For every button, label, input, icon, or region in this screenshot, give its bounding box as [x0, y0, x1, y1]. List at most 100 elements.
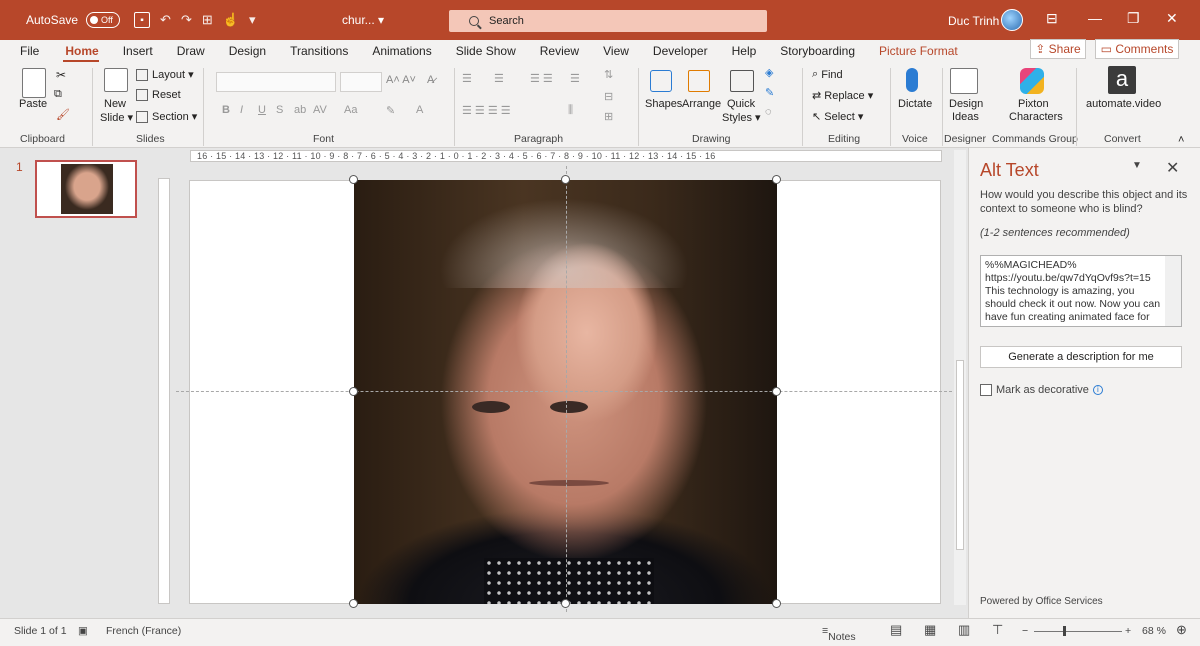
resize-handle-b[interactable] [561, 599, 570, 608]
language-status[interactable]: French (France) [106, 625, 181, 637]
resize-handle-br[interactable] [772, 599, 781, 608]
cut-icon[interactable]: ✂ [56, 68, 66, 82]
info-icon[interactable]: i [1092, 385, 1103, 395]
resize-handle-tl[interactable] [349, 175, 358, 184]
replace-button[interactable]: ⇄ Replace ▾ [812, 89, 873, 103]
font-color-icon[interactable]: A [416, 104, 423, 116]
columns-icon[interactable]: ⫼ [568, 104, 573, 117]
tab-animations[interactable]: Animations [360, 44, 443, 62]
quick-styles-icon[interactable] [730, 70, 754, 92]
quick-styles-label-2[interactable]: Styles ▾ [722, 111, 761, 124]
touch-mode-icon[interactable]: ☝ [223, 12, 239, 28]
normal-view-icon[interactable]: ▤ [890, 622, 902, 638]
arrange-icon[interactable] [688, 70, 710, 92]
autosave-toggle[interactable]: Off [86, 12, 121, 28]
quick-styles-label-1[interactable]: Quick [727, 98, 755, 110]
fit-slide-icon[interactable]: ⊕ [1176, 622, 1187, 638]
tab-help[interactable]: Help [720, 44, 769, 62]
user-name[interactable]: Duc Trinh [948, 14, 999, 28]
font-size-box[interactable] [340, 72, 382, 92]
align-buttons[interactable]: ☰ ☰ ☰ ☰ [462, 104, 511, 117]
strikethrough-icon[interactable]: ab [294, 104, 306, 116]
tab-home[interactable]: Home [51, 44, 110, 62]
tab-picture-format[interactable]: Picture Format [867, 44, 970, 62]
tab-file[interactable]: File [0, 44, 51, 62]
dictate-button[interactable]: Dictate [898, 98, 932, 110]
design-ideas-icon[interactable] [950, 68, 978, 94]
format-painter-icon[interactable]: 🖌 [56, 108, 70, 121]
resize-handle-r[interactable] [772, 387, 781, 396]
redo-icon[interactable]: ↷ [181, 12, 192, 28]
restore-icon[interactable]: ❐ [1127, 10, 1140, 27]
char-spacing-icon[interactable]: AV [313, 104, 327, 116]
collapse-ribbon-icon[interactable]: ˄ [1178, 134, 1184, 146]
layout-button[interactable]: Layout ▾ [136, 68, 194, 81]
tab-storyboarding[interactable]: Storyboarding [768, 44, 867, 62]
zoom-slider-knob[interactable] [1063, 626, 1066, 636]
tab-slide-show[interactable]: Slide Show [444, 44, 528, 62]
new-slide-label-1[interactable]: New [104, 98, 126, 110]
customize-qat-icon[interactable]: ▾ [249, 12, 256, 28]
resize-handle-l[interactable] [349, 387, 358, 396]
font-family-box[interactable] [216, 72, 336, 92]
reset-button[interactable]: Reset [136, 89, 181, 101]
decorative-checkbox-box[interactable] [980, 384, 992, 396]
tab-view[interactable]: View [591, 44, 641, 62]
autosave[interactable]: AutoSave Off [26, 12, 121, 28]
comments-button[interactable]: ▭ Comments [1095, 39, 1179, 59]
paste-icon[interactable] [22, 68, 46, 98]
resize-handle-tr[interactable] [772, 175, 781, 184]
bullets-icon[interactable]: ☰ [462, 72, 472, 85]
line-spacing-icon[interactable]: ☰ [570, 72, 580, 85]
pixton-icon[interactable] [1020, 68, 1044, 94]
automate-video-button[interactable]: automate.video [1086, 98, 1161, 110]
ribbon-display-options-icon[interactable]: ⊟ [1046, 10, 1058, 27]
resize-handle-t[interactable] [561, 175, 570, 184]
arrange-button[interactable]: Arrange [682, 98, 721, 110]
italic-icon[interactable]: I [240, 104, 243, 116]
slide-sorter-icon[interactable]: ▦ [924, 622, 936, 638]
zoom-out-icon[interactable]: − [1022, 625, 1028, 637]
section-button[interactable]: Section ▾ [136, 110, 197, 123]
alt-text-input[interactable]: %%MAGICHEAD% https://youtu.be/qw7dYqOvf9… [980, 255, 1182, 327]
slideshow-view-icon[interactable]: ⊤ [992, 622, 1003, 638]
copy-icon[interactable]: ⧉ [54, 88, 62, 101]
bold-icon[interactable]: B [222, 104, 230, 116]
alt-text-scrollbar[interactable] [1165, 256, 1181, 326]
shadow-icon[interactable]: S [276, 104, 283, 116]
shape-effects-icon[interactable]: ◌ [765, 106, 772, 118]
find-button[interactable]: ⌕ Find [812, 68, 843, 81]
pixton-label-2[interactable]: Characters [1009, 111, 1063, 123]
smartart-icon[interactable]: ⊞ [604, 110, 613, 123]
mark-decorative-checkbox[interactable]: Mark as decorative i [980, 384, 1103, 396]
shapes-button[interactable]: Shapes [645, 98, 682, 110]
save-icon[interactable]: ▪ [134, 12, 151, 28]
design-ideas-label-1[interactable]: Design [949, 98, 983, 110]
tab-design[interactable]: Design [217, 44, 278, 62]
search-box[interactable]: Search [449, 10, 767, 32]
paste-button[interactable]: Paste [19, 98, 47, 110]
present-icon[interactable]: ⊞ [202, 12, 213, 28]
undo-icon[interactable]: ↶ [160, 12, 171, 28]
highlight-icon[interactable]: ✎ [386, 104, 395, 117]
minimize-icon[interactable]: — [1088, 10, 1102, 26]
underline-icon[interactable]: U [258, 104, 266, 116]
accessibility-icon[interactable]: ▣ [78, 625, 88, 637]
indent-icon[interactable]: ☰ ☰ [530, 72, 553, 85]
slide-vertical-scrollbar[interactable] [954, 150, 966, 605]
new-slide-label-2[interactable]: Slide ▾ [100, 111, 133, 124]
new-slide-icon[interactable] [104, 68, 128, 92]
zoom-slider[interactable] [1034, 631, 1122, 632]
generate-description-button[interactable]: Generate a description for me [980, 346, 1182, 368]
microphone-icon[interactable] [906, 68, 918, 92]
change-case-icon[interactable]: Aa [344, 104, 357, 116]
zoom-in-icon[interactable]: + [1125, 625, 1131, 637]
design-ideas-label-2[interactable]: Ideas [952, 111, 979, 123]
pixton-label-1[interactable]: Pixton [1018, 98, 1049, 110]
slide-thumbnail[interactable] [35, 160, 137, 218]
resize-handle-bl[interactable] [349, 599, 358, 608]
shapes-icon[interactable] [650, 70, 672, 92]
numbering-icon[interactable]: ☰ [494, 72, 504, 85]
tab-developer[interactable]: Developer [641, 44, 720, 62]
tab-transitions[interactable]: Transitions [278, 44, 360, 62]
